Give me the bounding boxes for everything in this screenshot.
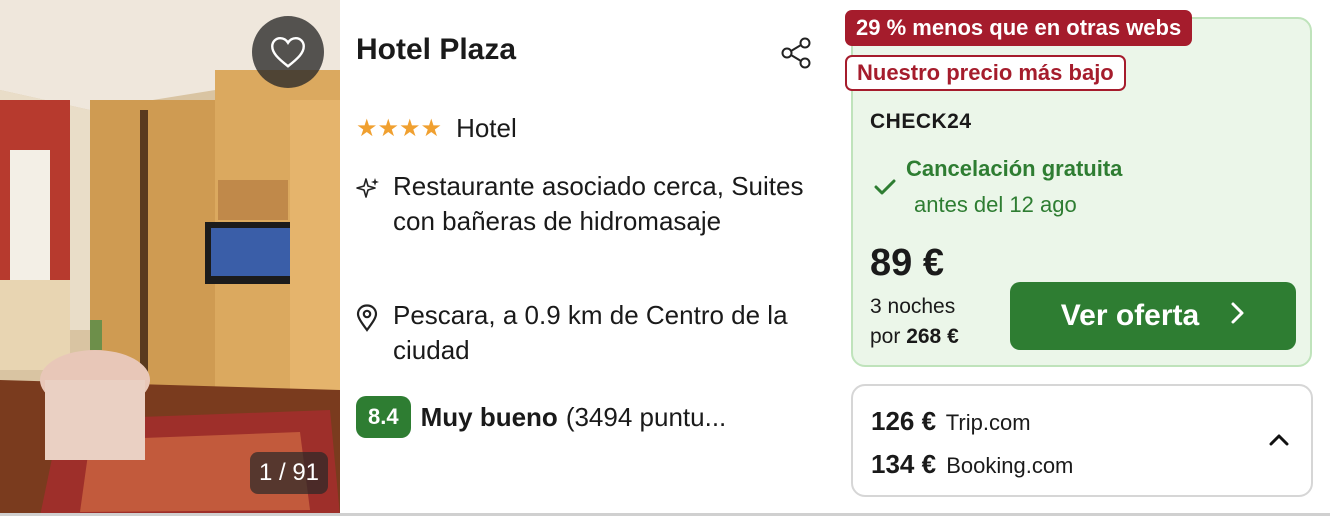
review-rating[interactable]: 8.4 Muy bueno (3494 puntu... [356, 396, 726, 438]
discount-badge: 29 % menos que en otras webs [845, 10, 1193, 46]
cancellation-deadline: antes del 12 ago [914, 192, 1077, 217]
cancellation-label: Cancelación gratuita [906, 156, 1123, 181]
rating-score-badge: 8.4 [356, 396, 411, 438]
category-row: ★★★★ Hotel [356, 113, 517, 144]
total-prefix: por [870, 325, 901, 348]
stay-total: 3 noches por 268 € [870, 292, 959, 352]
share-icon [781, 37, 811, 69]
lowest-price-badge: Nuestro precio más bajo [845, 55, 1126, 91]
heart-icon [271, 36, 305, 68]
sparkle-icon [356, 169, 393, 239]
nights-count: 3 noches [870, 295, 956, 318]
location-text: Pescara, a 0.9 km de Centro de la ciudad [393, 300, 788, 365]
free-cancellation: Cancelación gratuita antes del 12 ago [874, 156, 1122, 218]
chevron-right-icon [1229, 299, 1245, 333]
hotel-name[interactable]: Hotel Plaza [356, 33, 516, 67]
offer-site: Booking.com [946, 453, 1074, 478]
favorite-button[interactable] [252, 16, 324, 88]
checkmark-icon [874, 178, 896, 201]
amenities-text: Restaurante asociado cerca, Suites con b… [393, 171, 804, 236]
total-price-line: por 268 € [870, 322, 959, 352]
rating-label: Muy bueno [420, 401, 558, 432]
offer-row[interactable]: 134 € Booking.com [871, 449, 1073, 480]
provider-name: CHECK24 [870, 110, 972, 133]
star-rating: ★★★★ [356, 115, 443, 142]
hotel-info: Hotel Plaza ★★★★ Hotel Restaurante asoci… [356, 0, 836, 516]
view-offer-button[interactable]: Ver oferta [1010, 282, 1296, 350]
offer-site: Trip.com [945, 410, 1031, 435]
view-offer-label: Ver oferta [1060, 299, 1200, 332]
review-count: (3494 puntu... [565, 401, 727, 432]
chevron-up-icon[interactable] [1267, 432, 1291, 453]
hotel-photo[interactable]: 1 / 91 [0, 0, 340, 516]
amenities-row: Restaurante asociado cerca, Suites con b… [356, 169, 833, 239]
photo-counter: 1 / 91 [250, 452, 328, 494]
total-price: 268 € [906, 325, 959, 348]
other-offers-box[interactable]: 126 € Trip.com 134 € Booking.com [851, 384, 1313, 497]
location-row: Pescara, a 0.9 km de Centro de la ciudad [356, 298, 833, 368]
offer-row[interactable]: 126 € Trip.com [871, 406, 1031, 437]
offer-price: 134 € [871, 449, 937, 479]
offer-price: 126 € [871, 406, 937, 436]
nightly-price: 89 € [870, 242, 944, 284]
share-button[interactable] [780, 36, 814, 70]
location-pin-icon [356, 298, 393, 368]
accommodation-type: Hotel [456, 113, 517, 143]
